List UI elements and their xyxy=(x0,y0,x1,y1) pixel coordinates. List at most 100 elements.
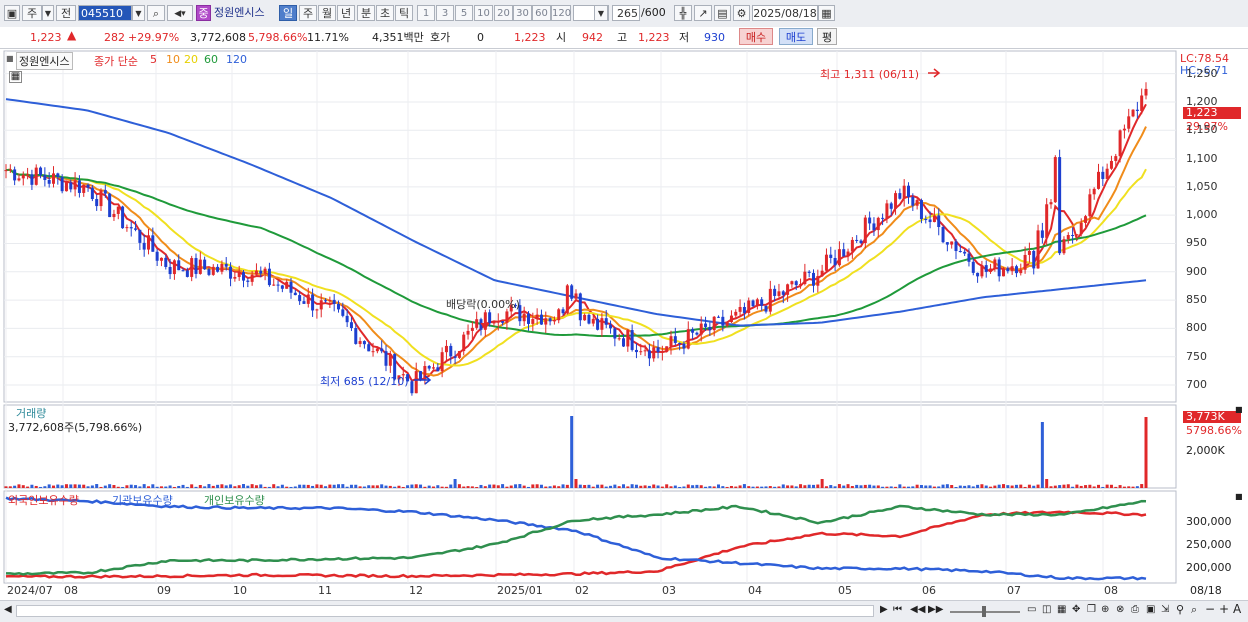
holding-close-icon[interactable]: ■ xyxy=(1235,492,1243,501)
period-dropdown-icon[interactable]: ▼ xyxy=(42,5,54,21)
price-change-pct: +29.97% xyxy=(128,31,180,44)
volume-bar xyxy=(587,484,591,488)
interval-20[interactable]: 20 xyxy=(494,5,513,21)
chart-canvas[interactable] xyxy=(0,49,1248,600)
interval-5[interactable]: 5 xyxy=(455,5,473,21)
window-icon[interactable]: ▣ xyxy=(4,5,20,21)
volume-bar xyxy=(816,484,820,488)
individual-holding-label: 개인보유수량 xyxy=(204,494,265,507)
volume-bar xyxy=(384,485,388,488)
candle-type-icon[interactable]: ╬ xyxy=(674,5,692,21)
tab-minute[interactable]: 분 xyxy=(357,5,375,21)
print-icon[interactable]: ⎙ xyxy=(1131,604,1139,615)
minus-icon[interactable]: − xyxy=(1205,602,1215,616)
volume-bar xyxy=(721,486,725,488)
chart-area[interactable]: ■ 정원엔시스 종가 단순 5 10 20 60 120 ▦ LC:78.54 … xyxy=(0,49,1248,600)
volume-bar xyxy=(997,484,1001,488)
candle-body xyxy=(656,347,660,353)
panel-menu-icon[interactable]: ■ xyxy=(6,54,14,63)
volume-bar xyxy=(311,485,315,488)
candle-body xyxy=(539,314,543,325)
speaker-icon[interactable]: ◀▾ xyxy=(167,5,193,21)
plus-icon[interactable]: + xyxy=(1219,602,1229,616)
volume-bar xyxy=(444,486,448,488)
volume-bar xyxy=(496,485,500,488)
date-input[interactable]: 2025/08/18 xyxy=(752,5,818,21)
search-icon[interactable]: ⌕ xyxy=(147,5,165,21)
interval-1[interactable]: 1 xyxy=(417,5,435,21)
candle-body xyxy=(242,272,245,281)
stock-code-input[interactable]: 045510 xyxy=(78,5,132,21)
volume-bar xyxy=(1058,485,1062,488)
calendar-icon[interactable]: ▦ xyxy=(818,5,835,21)
volume-close-icon[interactable]: ■ xyxy=(1235,405,1243,414)
sell-button[interactable]: 매도 xyxy=(779,28,813,45)
interval-120[interactable]: 120 xyxy=(551,5,571,21)
scrollbar-track[interactable] xyxy=(16,605,874,617)
x-axis-label: 06 xyxy=(922,584,936,597)
font-size-icon[interactable]: A xyxy=(1233,602,1241,616)
tab-second[interactable]: 초 xyxy=(376,5,394,21)
scroll-left-icon[interactable]: ◀ xyxy=(4,604,12,615)
volume-bar xyxy=(440,486,444,488)
candle-body xyxy=(306,294,310,304)
prev-page-icon[interactable]: ◀◀ xyxy=(910,604,925,615)
volume-bar xyxy=(842,485,846,488)
candle-body xyxy=(496,321,500,323)
gear-icon[interactable]: ⚙ xyxy=(733,5,750,21)
grid-icon[interactable]: ▦ xyxy=(1057,604,1066,615)
image-icon[interactable]: ▣ xyxy=(1146,604,1155,615)
candle-body xyxy=(613,328,617,339)
count-input[interactable]: 265 xyxy=(612,5,640,21)
eval-button[interactable]: 평 xyxy=(817,28,837,45)
code-dropdown-icon[interactable]: ▼ xyxy=(132,5,145,21)
layout-icon[interactable]: ▭ xyxy=(1027,604,1036,615)
candle-body xyxy=(894,193,898,209)
interval-dropdown-icon[interactable]: ▼ xyxy=(594,5,608,21)
first-page-icon[interactable]: ⏮ xyxy=(893,604,902,615)
interval-30[interactable]: 30 xyxy=(513,5,532,21)
buy-button[interactable]: 매수 xyxy=(739,28,773,45)
copy-icon[interactable]: ❐ xyxy=(1087,604,1096,615)
interval-10[interactable]: 10 xyxy=(474,5,493,21)
zoom-icon[interactable]: ⌕ xyxy=(1191,603,1197,617)
candle-body xyxy=(548,318,552,322)
volume-bar xyxy=(509,485,513,488)
crosshair-icon[interactable]: ⊕ xyxy=(1101,604,1109,615)
bottom-bar: ◀ ▶ ⏮ ◀◀ ▶▶ ▭ ◫ ▦ ✥ ❐ ⊕ ⊗ ⎙ ▣ ⇲ ⚲ ⌕ − + … xyxy=(0,600,1248,622)
candle-body xyxy=(319,300,323,310)
tab-week[interactable]: 주 xyxy=(299,5,317,21)
draw-tool-icon[interactable]: ↗ xyxy=(694,5,712,21)
candle-body xyxy=(630,330,634,350)
zoom-thumb[interactable] xyxy=(982,606,986,617)
volume-bar xyxy=(289,486,293,488)
tab-year[interactable]: 년 xyxy=(337,5,355,21)
tab-tick[interactable]: 틱 xyxy=(395,5,413,21)
volume-bar xyxy=(99,486,103,488)
tab-month[interactable]: 월 xyxy=(318,5,336,21)
tab-day[interactable]: 일 xyxy=(279,5,297,21)
period-select[interactable]: 주 xyxy=(22,5,42,21)
next-page-icon[interactable]: ▶▶ xyxy=(928,604,943,615)
candle-body xyxy=(868,217,872,224)
candle-body xyxy=(945,242,949,245)
volume-bar xyxy=(768,486,772,488)
export-icon[interactable]: ⇲ xyxy=(1161,604,1169,615)
price-change: 282 xyxy=(104,31,125,44)
clear-icon[interactable]: ⊗ xyxy=(1116,604,1124,615)
scroll-play-icon[interactable]: ▶ xyxy=(880,604,888,615)
table-toggle-icon[interactable]: ▦ xyxy=(9,71,22,83)
split-icon[interactable]: ◫ xyxy=(1042,604,1051,615)
candle-body xyxy=(142,242,146,250)
price-tick-label: 700 xyxy=(1186,378,1207,392)
price-tick-label: 800 xyxy=(1186,321,1207,335)
move-icon[interactable]: ✥ xyxy=(1072,604,1080,615)
interval-60[interactable]: 60 xyxy=(532,5,551,21)
zoom-in-icon[interactable]: ⚲ xyxy=(1176,603,1184,616)
prev-button[interactable]: 전 xyxy=(56,5,76,21)
interval-3[interactable]: 3 xyxy=(436,5,454,21)
volume-bar xyxy=(112,485,116,488)
save-icon[interactable]: ▤ xyxy=(714,5,731,21)
volume-bar xyxy=(233,486,237,488)
candle-body xyxy=(626,330,630,347)
